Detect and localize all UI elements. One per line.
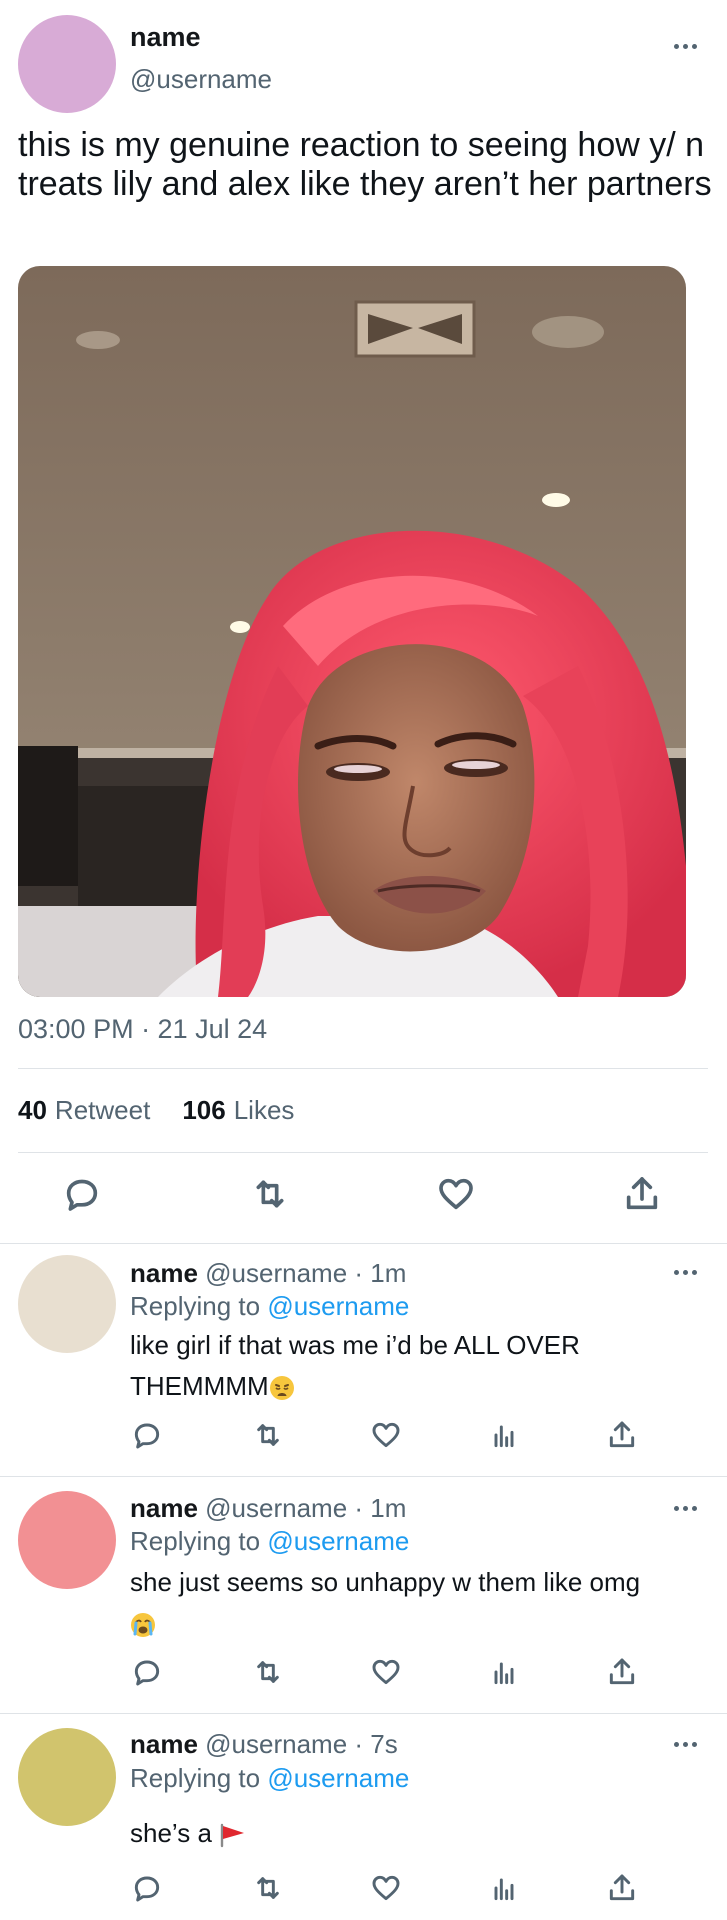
replying-to-link[interactable]: @username bbox=[267, 1526, 409, 1556]
reply-text: she just seems so unhappy w them like om… bbox=[130, 1562, 690, 1644]
tweet-timestamp: 03:00 PM · 21 Jul 24 bbox=[18, 1014, 268, 1044]
reply-header: name @username · 7s bbox=[130, 1729, 398, 1760]
speech-bubble-icon bbox=[134, 1876, 160, 1902]
reply-header: name @username · 1m bbox=[130, 1493, 406, 1524]
divider bbox=[18, 1152, 708, 1153]
retweet-icon bbox=[257, 1877, 279, 1899]
replying-to-prefix: Replying to bbox=[130, 1526, 261, 1556]
share-icon bbox=[609, 1421, 635, 1448]
more-dots-icon[interactable] bbox=[674, 44, 697, 49]
share-button[interactable] bbox=[598, 1864, 646, 1912]
replying-to: Replying to @username bbox=[130, 1763, 409, 1794]
like-button[interactable] bbox=[362, 1864, 410, 1912]
reply-text: she’s a bbox=[130, 1813, 690, 1854]
retweet-button[interactable] bbox=[244, 1864, 292, 1912]
reply-time: · 7s bbox=[354, 1729, 398, 1759]
reply-author-handle[interactable]: @username bbox=[205, 1493, 347, 1523]
avatar[interactable] bbox=[18, 1255, 116, 1353]
author-name[interactable]: name bbox=[130, 22, 201, 53]
reply-tweet[interactable]: name @username · 1m Replying to @usernam… bbox=[0, 1476, 727, 1713]
reply-time: · 1m bbox=[354, 1258, 407, 1288]
reply-button[interactable] bbox=[123, 1648, 171, 1696]
replying-to: Replying to @username bbox=[130, 1526, 409, 1557]
reply-author-name[interactable]: name bbox=[130, 1729, 198, 1759]
share-button[interactable] bbox=[598, 1648, 646, 1696]
like-button[interactable] bbox=[362, 1411, 410, 1459]
retweet-button[interactable] bbox=[244, 1411, 292, 1459]
share-icon bbox=[609, 1658, 635, 1685]
reply-text-content: like girl if that was me i’d be ALL OVER… bbox=[130, 1330, 580, 1401]
retweet-button[interactable] bbox=[246, 1170, 294, 1218]
reply-text-content: she just seems so unhappy w them like om… bbox=[130, 1567, 641, 1597]
more-dots-icon[interactable] bbox=[674, 1506, 697, 1511]
weary-face-icon bbox=[269, 1376, 294, 1401]
replying-to-link[interactable]: @username bbox=[267, 1763, 409, 1793]
tweet-text: this is my genuine reaction to seeing ho… bbox=[18, 126, 712, 203]
retweet-count[interactable]: 40 bbox=[18, 1095, 47, 1126]
reply-author-handle[interactable]: @username bbox=[205, 1258, 347, 1288]
tweet-action-bar bbox=[0, 1170, 727, 1230]
reply-tweet[interactable]: name @username · 1m Replying to @usernam… bbox=[0, 1243, 727, 1476]
views-button[interactable] bbox=[480, 1864, 528, 1912]
tweet-stats: 40 Retweet 106 Likes bbox=[18, 1095, 294, 1126]
retweet-icon bbox=[257, 1661, 279, 1683]
replying-to-prefix: Replying to bbox=[130, 1291, 261, 1321]
replying-to: Replying to @username bbox=[130, 1291, 409, 1322]
speech-bubble-icon bbox=[134, 1423, 160, 1449]
red-flag-icon bbox=[220, 1823, 245, 1848]
heart-icon bbox=[372, 1659, 400, 1685]
reply-author-name[interactable]: name bbox=[130, 1493, 198, 1523]
speech-bubble-icon bbox=[134, 1660, 160, 1686]
avatar[interactable] bbox=[18, 1491, 116, 1589]
reply-button[interactable] bbox=[123, 1864, 171, 1912]
retweet-icon bbox=[257, 1424, 279, 1446]
bar-chart-icon bbox=[494, 1878, 514, 1901]
share-button[interactable] bbox=[598, 1411, 646, 1459]
bar-chart-icon bbox=[494, 1425, 514, 1448]
heart-icon bbox=[372, 1875, 400, 1901]
heart-icon bbox=[439, 1178, 473, 1210]
replying-to-link[interactable]: @username bbox=[267, 1291, 409, 1321]
loudly-crying-face-icon bbox=[131, 1613, 155, 1638]
share-icon bbox=[609, 1874, 635, 1901]
tweet-photo[interactable] bbox=[18, 266, 686, 997]
reply-author-name[interactable]: name bbox=[130, 1258, 198, 1288]
reply-button[interactable] bbox=[58, 1170, 106, 1218]
heart-icon bbox=[372, 1422, 400, 1448]
share-icon bbox=[626, 1177, 658, 1210]
views-button[interactable] bbox=[480, 1411, 528, 1459]
avatar[interactable] bbox=[18, 1728, 116, 1826]
divider bbox=[18, 1068, 708, 1069]
bar-chart-icon bbox=[494, 1662, 514, 1685]
retweet-button[interactable] bbox=[244, 1648, 292, 1696]
reply-author-handle[interactable]: @username bbox=[205, 1729, 347, 1759]
likes-label[interactable]: Likes bbox=[234, 1095, 295, 1126]
reply-tweet[interactable]: name @username · 7s Replying to @usernam… bbox=[0, 1713, 727, 1920]
avatar[interactable] bbox=[18, 15, 116, 113]
reply-text: like girl if that was me i’d be ALL OVER… bbox=[130, 1325, 690, 1407]
likes-count[interactable]: 106 bbox=[182, 1095, 225, 1126]
like-button[interactable] bbox=[362, 1648, 410, 1696]
author-handle[interactable]: @username bbox=[130, 64, 272, 95]
more-dots-icon[interactable] bbox=[674, 1270, 697, 1275]
speech-bubble-icon bbox=[66, 1179, 98, 1211]
reply-header: name @username · 1m bbox=[130, 1258, 406, 1289]
retweet-label[interactable]: Retweet bbox=[55, 1095, 150, 1126]
replying-to-prefix: Replying to bbox=[130, 1763, 261, 1793]
reply-text-content: she’s a bbox=[130, 1818, 212, 1848]
views-button[interactable] bbox=[480, 1648, 528, 1696]
reply-time: · 1m bbox=[354, 1493, 407, 1523]
more-dots-icon[interactable] bbox=[674, 1742, 697, 1747]
share-button[interactable] bbox=[618, 1170, 666, 1218]
reply-button[interactable] bbox=[123, 1411, 171, 1459]
retweet-icon bbox=[256, 1180, 284, 1208]
like-button[interactable] bbox=[432, 1170, 480, 1218]
